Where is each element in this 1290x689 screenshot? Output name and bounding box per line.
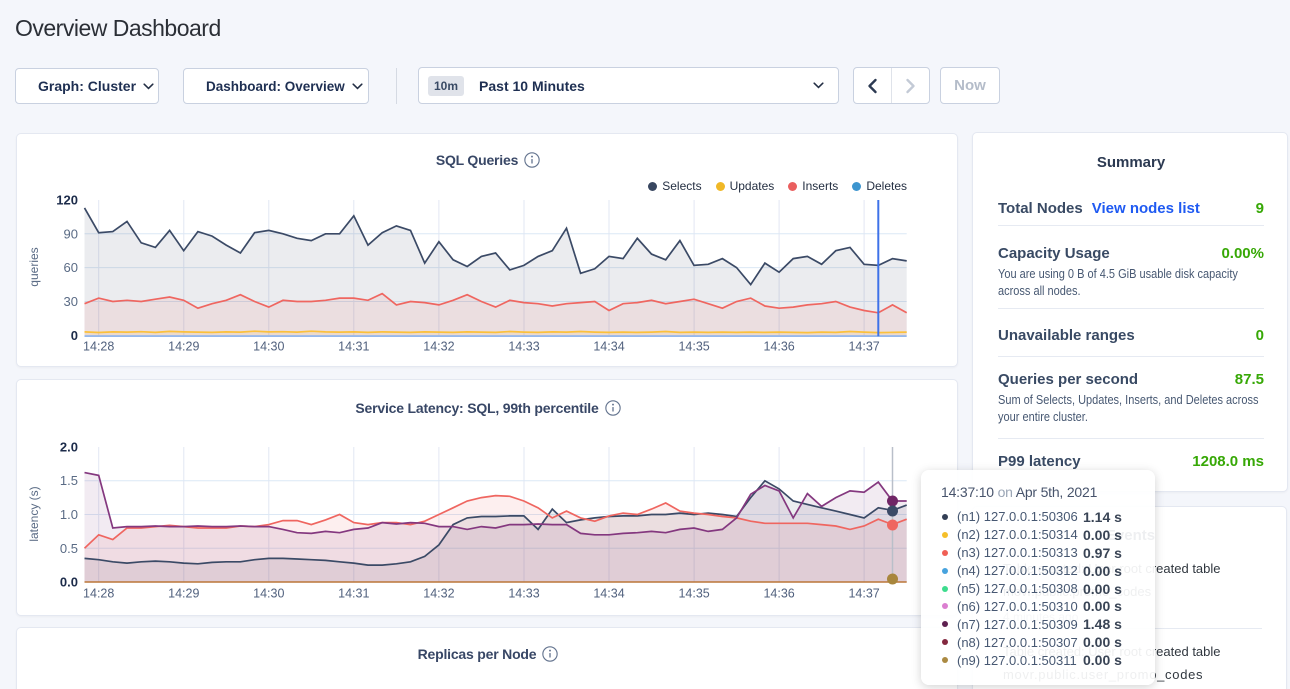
svg-text:1.5: 1.5 — [60, 473, 78, 488]
svg-text:14:29: 14:29 — [168, 340, 199, 354]
svg-text:14:34: 14:34 — [593, 587, 624, 601]
svg-text:2.0: 2.0 — [60, 440, 78, 455]
svg-text:14:30: 14:30 — [253, 587, 284, 601]
svg-text:14:29: 14:29 — [168, 587, 199, 601]
svg-text:14:35: 14:35 — [678, 587, 709, 601]
svg-text:1.0: 1.0 — [60, 507, 78, 522]
svg-text:14:37: 14:37 — [848, 587, 879, 601]
svg-text:14:36: 14:36 — [763, 340, 794, 354]
svg-text:14:34: 14:34 — [593, 340, 624, 354]
svg-text:30: 30 — [64, 294, 78, 309]
svg-text:14:28: 14:28 — [83, 340, 114, 354]
svg-text:60: 60 — [64, 260, 78, 275]
svg-text:120: 120 — [56, 193, 78, 208]
svg-text:14:33: 14:33 — [508, 340, 539, 354]
svg-text:0.0: 0.0 — [60, 575, 78, 590]
svg-text:14:35: 14:35 — [678, 340, 709, 354]
svg-text:14:33: 14:33 — [508, 587, 539, 601]
svg-text:latency (s): latency (s) — [27, 486, 41, 541]
svg-text:queries: queries — [27, 247, 41, 286]
svg-text:14:32: 14:32 — [423, 340, 454, 354]
svg-text:0.5: 0.5 — [60, 541, 78, 556]
svg-text:14:30: 14:30 — [253, 340, 284, 354]
svg-text:14:32: 14:32 — [423, 587, 454, 601]
svg-text:14:36: 14:36 — [763, 587, 794, 601]
svg-text:14:37: 14:37 — [848, 340, 879, 354]
svg-text:0: 0 — [71, 328, 78, 343]
svg-text:14:28: 14:28 — [83, 587, 114, 601]
svg-text:14:31: 14:31 — [338, 340, 369, 354]
svg-text:14:31: 14:31 — [338, 587, 369, 601]
svg-text:90: 90 — [64, 226, 78, 241]
